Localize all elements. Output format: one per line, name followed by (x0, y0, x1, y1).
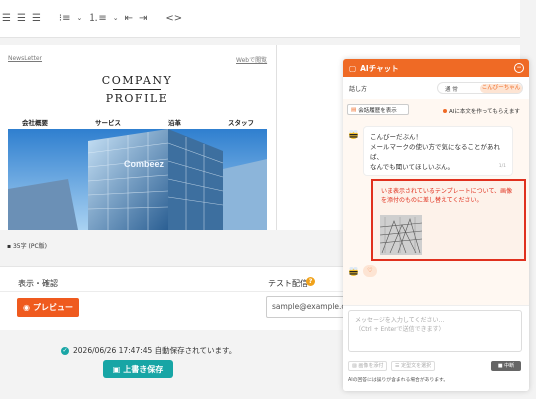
user-message-line: を添付のものに差し替えてください。 (381, 197, 483, 204)
newsletter-link[interactable]: NewsLetter (8, 55, 42, 62)
ai-dot-icon (443, 109, 447, 113)
align-justify-icon[interactable]: ☰ (32, 13, 41, 24)
bullet-list-icon[interactable]: ⁝≡ (59, 13, 71, 24)
display-confirm-label: 表示・確認 (18, 279, 58, 288)
typing-indicator: ♡ (363, 265, 377, 277)
overwrite-save-button[interactable]: ▣ 上書き保存 (103, 360, 173, 378)
chat-bubble-icon: ▢ (349, 63, 357, 73)
stop-button[interactable]: ■ 中断 (491, 361, 521, 371)
template-label: 定型文を選択 (401, 363, 432, 369)
user-message-bubble: いま表示されているテンプレートについて、画像 を添付のものに差し替えてください。 (371, 179, 526, 261)
save-icon: ▣ (112, 364, 121, 374)
numbered-list-icon[interactable]: ⒈≡ (88, 13, 106, 24)
toggle-combee[interactable]: こんびーちゃん (480, 84, 522, 93)
ai-message-line: メールマークの使い方で気になることがあれば、 (370, 143, 500, 161)
ai-message-line: なんでも聞いてほしいぶん。 (370, 163, 454, 171)
align-right-icon[interactable]: ☰ (17, 13, 26, 24)
speaking-style-toggle[interactable]: 通 常 こんびーちゃん (437, 82, 523, 94)
attach-image-button[interactable]: ▨ 画像を添付 (348, 361, 388, 371)
preview-button-label: プレビュー (32, 303, 73, 312)
ai-disclaimer: AIの回答には誤りが含まれる場合があります。 (348, 378, 449, 383)
chat-title: AIチャット (360, 63, 399, 73)
stop-label: 中断 (504, 363, 515, 369)
preview-button[interactable]: ◉ プレビュー (17, 298, 79, 317)
save-button-label: 上書き保存 (123, 364, 164, 374)
nav-item-service[interactable]: サービス (95, 117, 121, 127)
nav-item-company[interactable]: 会社概要 (22, 117, 48, 127)
chat-header: ▢ AIチャット − (343, 59, 529, 77)
close-icon[interactable]: − (514, 63, 524, 73)
chat-message-input[interactable]: メッセージを入力してください… （Ctrl + Enterで送信できます） (348, 310, 522, 352)
attach-label: 画像を添付 (358, 363, 384, 369)
title-rule (113, 89, 161, 90)
autosave-status: ✓ 2026/06/26 17:47:45 自動保存されています。 (61, 345, 236, 356)
chevron-down-icon[interactable]: ⌄ (76, 15, 82, 22)
eye-icon: ◉ (23, 303, 30, 312)
autosave-message: 2026/06/26 17:47:45 自動保存されています。 (73, 346, 237, 355)
message-meta: 1/1 (498, 164, 506, 169)
nav-item-history[interactable]: 沿革 (168, 117, 181, 127)
ai-message-bubble: こんびーだぶん！ メールマークの使い方で気になることがあれば、 なんでも聞いてほ… (363, 126, 513, 176)
nav-item-staff[interactable]: スタッフ (228, 117, 254, 127)
test-send-label: テスト配信 (268, 279, 308, 288)
input-placeholder-line: （Ctrl + Enterで送信できます） (355, 326, 445, 333)
toggle-normal[interactable]: 通 常 (445, 85, 458, 93)
ai-message-line: こんびーだぶん！ (370, 133, 422, 141)
char-count-text: 35字 (PC版) (12, 243, 48, 250)
hero-image[interactable]: Combeez (8, 129, 267, 230)
editor-toolbar: ☰ ☰ ☰ ⁝≡ ⌄ ⒈≡ ⌄ ⇤ ⇥ <> (0, 0, 520, 38)
indent-icon[interactable]: ⇥ (139, 13, 147, 24)
source-code-icon[interactable]: <> (165, 13, 182, 24)
bee-avatar-icon (349, 130, 358, 139)
help-icon[interactable]: ? (306, 277, 315, 286)
web-view-link[interactable]: Webで閲覧 (236, 55, 267, 64)
profile-title: PROFILE (105, 92, 169, 105)
chat-history-button[interactable]: ▤ 会話履歴を表示 (347, 104, 409, 115)
template-select-button[interactable]: ☰ 定型文を選択 (391, 361, 436, 371)
ai-note: AIに本文を作ってもらえます (443, 107, 520, 115)
company-title: COMPANY (101, 74, 173, 87)
history-button-label: 会話履歴を表示 (358, 107, 397, 114)
newsletter-nav: 会社概要 サービス 沿革 スタッフ (8, 117, 268, 127)
ai-note-text: AIに本文を作ってもらえます (449, 109, 520, 115)
history-icon: ▤ (351, 106, 357, 113)
input-placeholder-line: メッセージを入力してください… (355, 317, 445, 324)
user-message-line: いま表示されているテンプレートについて、画像 (381, 188, 513, 195)
bee-avatar-icon (349, 267, 358, 276)
char-count: ▪ 35字 (PC版) (7, 243, 48, 250)
chevron-down-icon[interactable]: ⌄ (113, 15, 119, 22)
editor-divider (276, 45, 277, 230)
check-icon: ✓ (61, 346, 69, 355)
speaking-style-label: 話し方 (349, 86, 368, 93)
hero-sign-text: Combeez (124, 159, 165, 169)
attached-image[interactable] (380, 215, 422, 255)
outdent-icon[interactable]: ⇤ (125, 13, 133, 24)
align-center-icon[interactable]: ☰ (2, 13, 11, 24)
